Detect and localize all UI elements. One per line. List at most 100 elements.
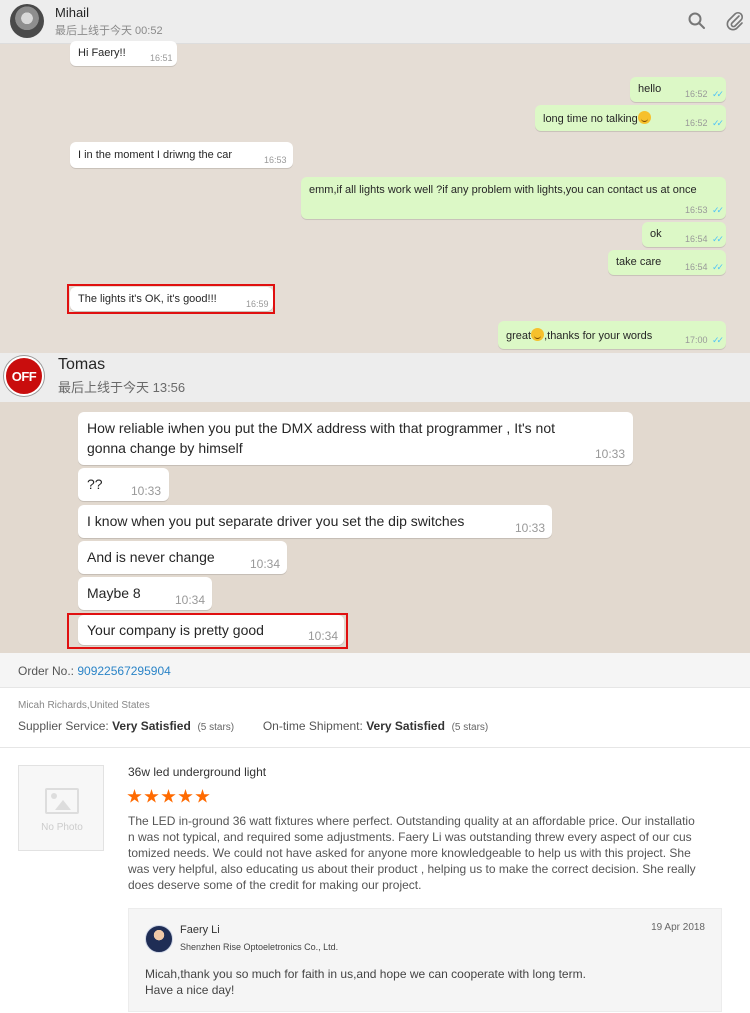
star-icon — [144, 789, 159, 803]
message-time: 16:53 — [264, 155, 287, 165]
review-line: does deserve some of the credit for maki… — [128, 878, 422, 892]
no-photo-caption: No Photo — [41, 822, 83, 833]
message-incoming[interactable]: How reliable iwhen you put the DMX addre… — [78, 412, 633, 465]
message-outgoing[interactable]: great ,thanks for your words 17:00 ✓✓ — [498, 321, 726, 349]
avatar[interactable]: OFF — [4, 356, 44, 396]
message-text: Maybe 8 — [87, 585, 141, 601]
chat-window-mihail: Mihail 最后上线于今天 00:52 Hi Faery!! 16:51 he… — [0, 0, 750, 353]
shipment-label: On-time Shipment: — [262, 719, 363, 733]
message-outgoing[interactable]: take care 16:54 ✓✓ — [608, 250, 726, 275]
star-icon — [195, 789, 210, 803]
contact-name[interactable]: Mihail — [55, 5, 89, 20]
order-number: Order No.: 90922567295904 — [18, 664, 171, 678]
message-time: 16:52 — [685, 118, 708, 128]
chat-header: OFF Tomas 最后上线于今天 13:56 — [0, 353, 750, 402]
message-time: 10:34 — [175, 593, 206, 607]
chat-header: Mihail 最后上线于今天 00:52 — [0, 0, 750, 44]
image-icon — [45, 788, 79, 814]
star-rating — [127, 789, 210, 804]
read-receipt-icon: ✓✓ — [712, 89, 724, 99]
highlight-box — [67, 284, 275, 314]
message-text: ?? — [87, 476, 103, 492]
message-text: great ,thanks for your words — [506, 328, 653, 342]
order-number-link[interactable]: 90922567295904 — [77, 664, 170, 678]
message-outgoing[interactable]: ok 16:54 ✓✓ — [642, 222, 726, 247]
message-text: I know when you put separate driver you … — [87, 513, 465, 529]
message-time: 10:33 — [131, 484, 162, 498]
supplier-service-label: Supplier Service: — [18, 719, 109, 733]
reply-line: Micah,thank you so much for faith in us,… — [145, 967, 586, 981]
message-text-line1: How reliable iwhen you put the DMX addre… — [87, 420, 555, 436]
message-outgoing[interactable]: hello 16:52 ✓✓ — [630, 77, 726, 102]
reply-line: Have a nice day! — [145, 983, 235, 997]
seller-reply: Faery Li Shenzhen Rise Optoeletronics Co… — [128, 908, 722, 1012]
message-text: emm,if all lights work well ?if any prob… — [309, 184, 697, 196]
message-text: Hi Faery!! — [78, 47, 126, 59]
last-seen-status: 最后上线于今天 00:52 — [55, 25, 163, 37]
message-text: take care — [616, 256, 662, 268]
message-text: I in the moment I driwng the car — [78, 149, 233, 161]
supplier-service-stars: (5 stars) — [197, 722, 235, 733]
star-icon — [161, 789, 176, 803]
product-image-placeholder[interactable]: No Photo — [18, 765, 104, 851]
review-line: was very helpful, also educating us abou… — [128, 862, 696, 876]
review-line: tomized needs. We could not have asked f… — [128, 846, 691, 860]
message-time: 16:53 — [685, 205, 708, 215]
order-review: Order No.: 90922567295904 Micah Richards… — [0, 653, 750, 1013]
smile-emoji-icon — [531, 328, 545, 341]
message-incoming[interactable]: Hi Faery!! 16:51 — [70, 41, 177, 66]
message-time: 16:51 — [150, 53, 173, 63]
message-incoming[interactable]: ?? 10:33 — [78, 468, 169, 501]
supplier-service-value: Very Satisfied — [112, 719, 191, 733]
highlight-box — [67, 613, 348, 649]
order-bar: Order No.: 90922567295904 — [0, 653, 750, 688]
message-time: 16:54 — [685, 262, 708, 272]
smile-emoji-icon — [637, 111, 651, 124]
product-title[interactable]: 36w led underground light — [128, 765, 266, 779]
message-incoming[interactable]: I know when you put separate driver you … — [78, 505, 552, 538]
service-ratings: Supplier Service: Very Satisfied (5 star… — [18, 719, 488, 733]
order-label: Order No.: — [18, 664, 75, 678]
star-icon — [127, 789, 142, 803]
star-icon — [178, 789, 193, 803]
message-time: 10:33 — [515, 521, 546, 535]
attach-icon[interactable] — [724, 10, 746, 32]
message-outgoing[interactable]: emm,if all lights work well ?if any prob… — [301, 177, 726, 219]
shipment-value: Very Satisfied — [366, 719, 445, 733]
message-time: 10:34 — [250, 557, 281, 571]
reply-message: Micah,thank you so much for faith in us,… — [145, 966, 586, 998]
shipment-stars: (5 stars) — [451, 722, 489, 733]
review-line: The LED in-ground 36 watt fixtures where… — [128, 814, 695, 828]
message-text: And is never change — [87, 549, 215, 565]
reply-author-name: Faery Li — [180, 924, 220, 936]
message-text: ok — [650, 228, 662, 240]
message-time: 16:54 — [685, 234, 708, 244]
read-receipt-icon: ✓✓ — [712, 262, 724, 272]
message-text: long time no talking — [543, 111, 651, 125]
review-text: The LED in-ground 36 watt fixtures where… — [128, 813, 696, 893]
message-incoming[interactable]: And is never change 10:34 — [78, 541, 287, 574]
review-line: n was not typical, and required some adj… — [128, 830, 692, 844]
last-seen-status: 最后上线于今天 13:56 — [58, 380, 186, 395]
contact-name[interactable]: Tomas — [58, 356, 105, 374]
read-receipt-icon: ✓✓ — [712, 205, 724, 215]
message-time: 10:33 — [595, 447, 626, 461]
message-text-line2: gonna change by himself — [87, 440, 243, 456]
message-text: hello — [638, 83, 662, 95]
reply-company: Shenzhen Rise Optoeletronics Co., Ltd. — [180, 942, 339, 952]
read-receipt-icon: ✓✓ — [712, 335, 724, 345]
chat-window-tomas: OFF Tomas 最后上线于今天 13:56 How reliable iwh… — [0, 353, 750, 653]
avatar — [145, 925, 173, 953]
search-icon[interactable] — [686, 10, 708, 32]
read-receipt-icon: ✓✓ — [712, 118, 724, 128]
read-receipt-icon: ✓✓ — [712, 234, 724, 244]
message-time: 17:00 — [685, 335, 708, 345]
divider — [0, 747, 750, 748]
message-incoming[interactable]: Maybe 8 10:34 — [78, 577, 212, 610]
message-time: 16:52 — [685, 89, 708, 99]
message-outgoing[interactable]: long time no talking 16:52 ✓✓ — [535, 105, 726, 131]
avatar[interactable] — [10, 4, 44, 38]
reply-date: 19 Apr 2018 — [651, 922, 705, 933]
message-incoming[interactable]: I in the moment I driwng the car 16:53 — [70, 142, 293, 168]
buyer-name: Micah Richards,United States — [18, 700, 150, 711]
